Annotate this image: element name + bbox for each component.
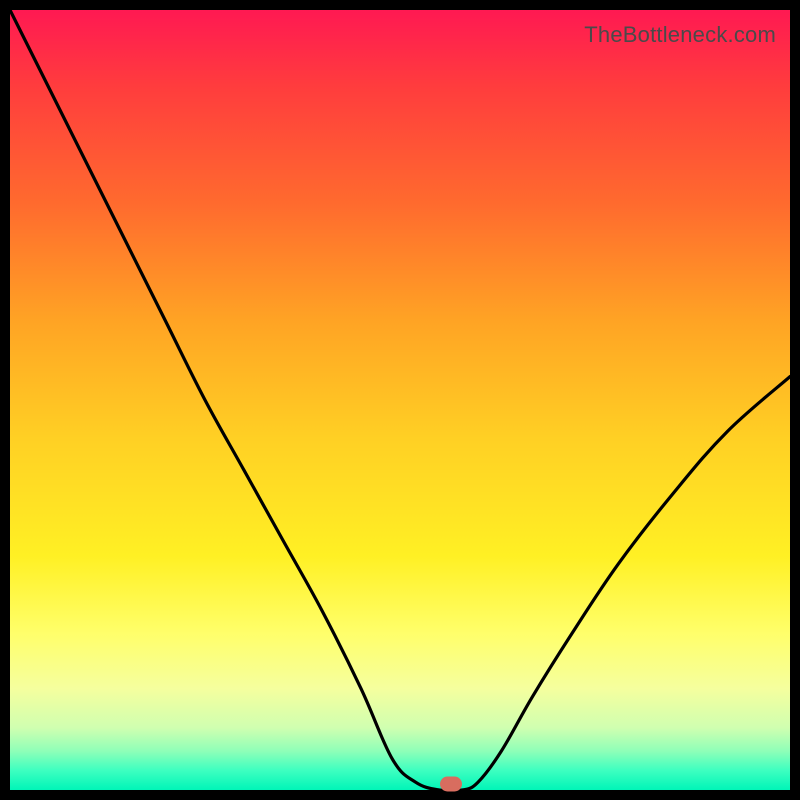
plot-area: TheBottleneck.com [10, 10, 790, 790]
curve-svg [10, 10, 790, 790]
chart-container: TheBottleneck.com [0, 0, 800, 800]
bottleneck-curve-path [10, 10, 790, 790]
bottleneck-marker [440, 777, 462, 792]
